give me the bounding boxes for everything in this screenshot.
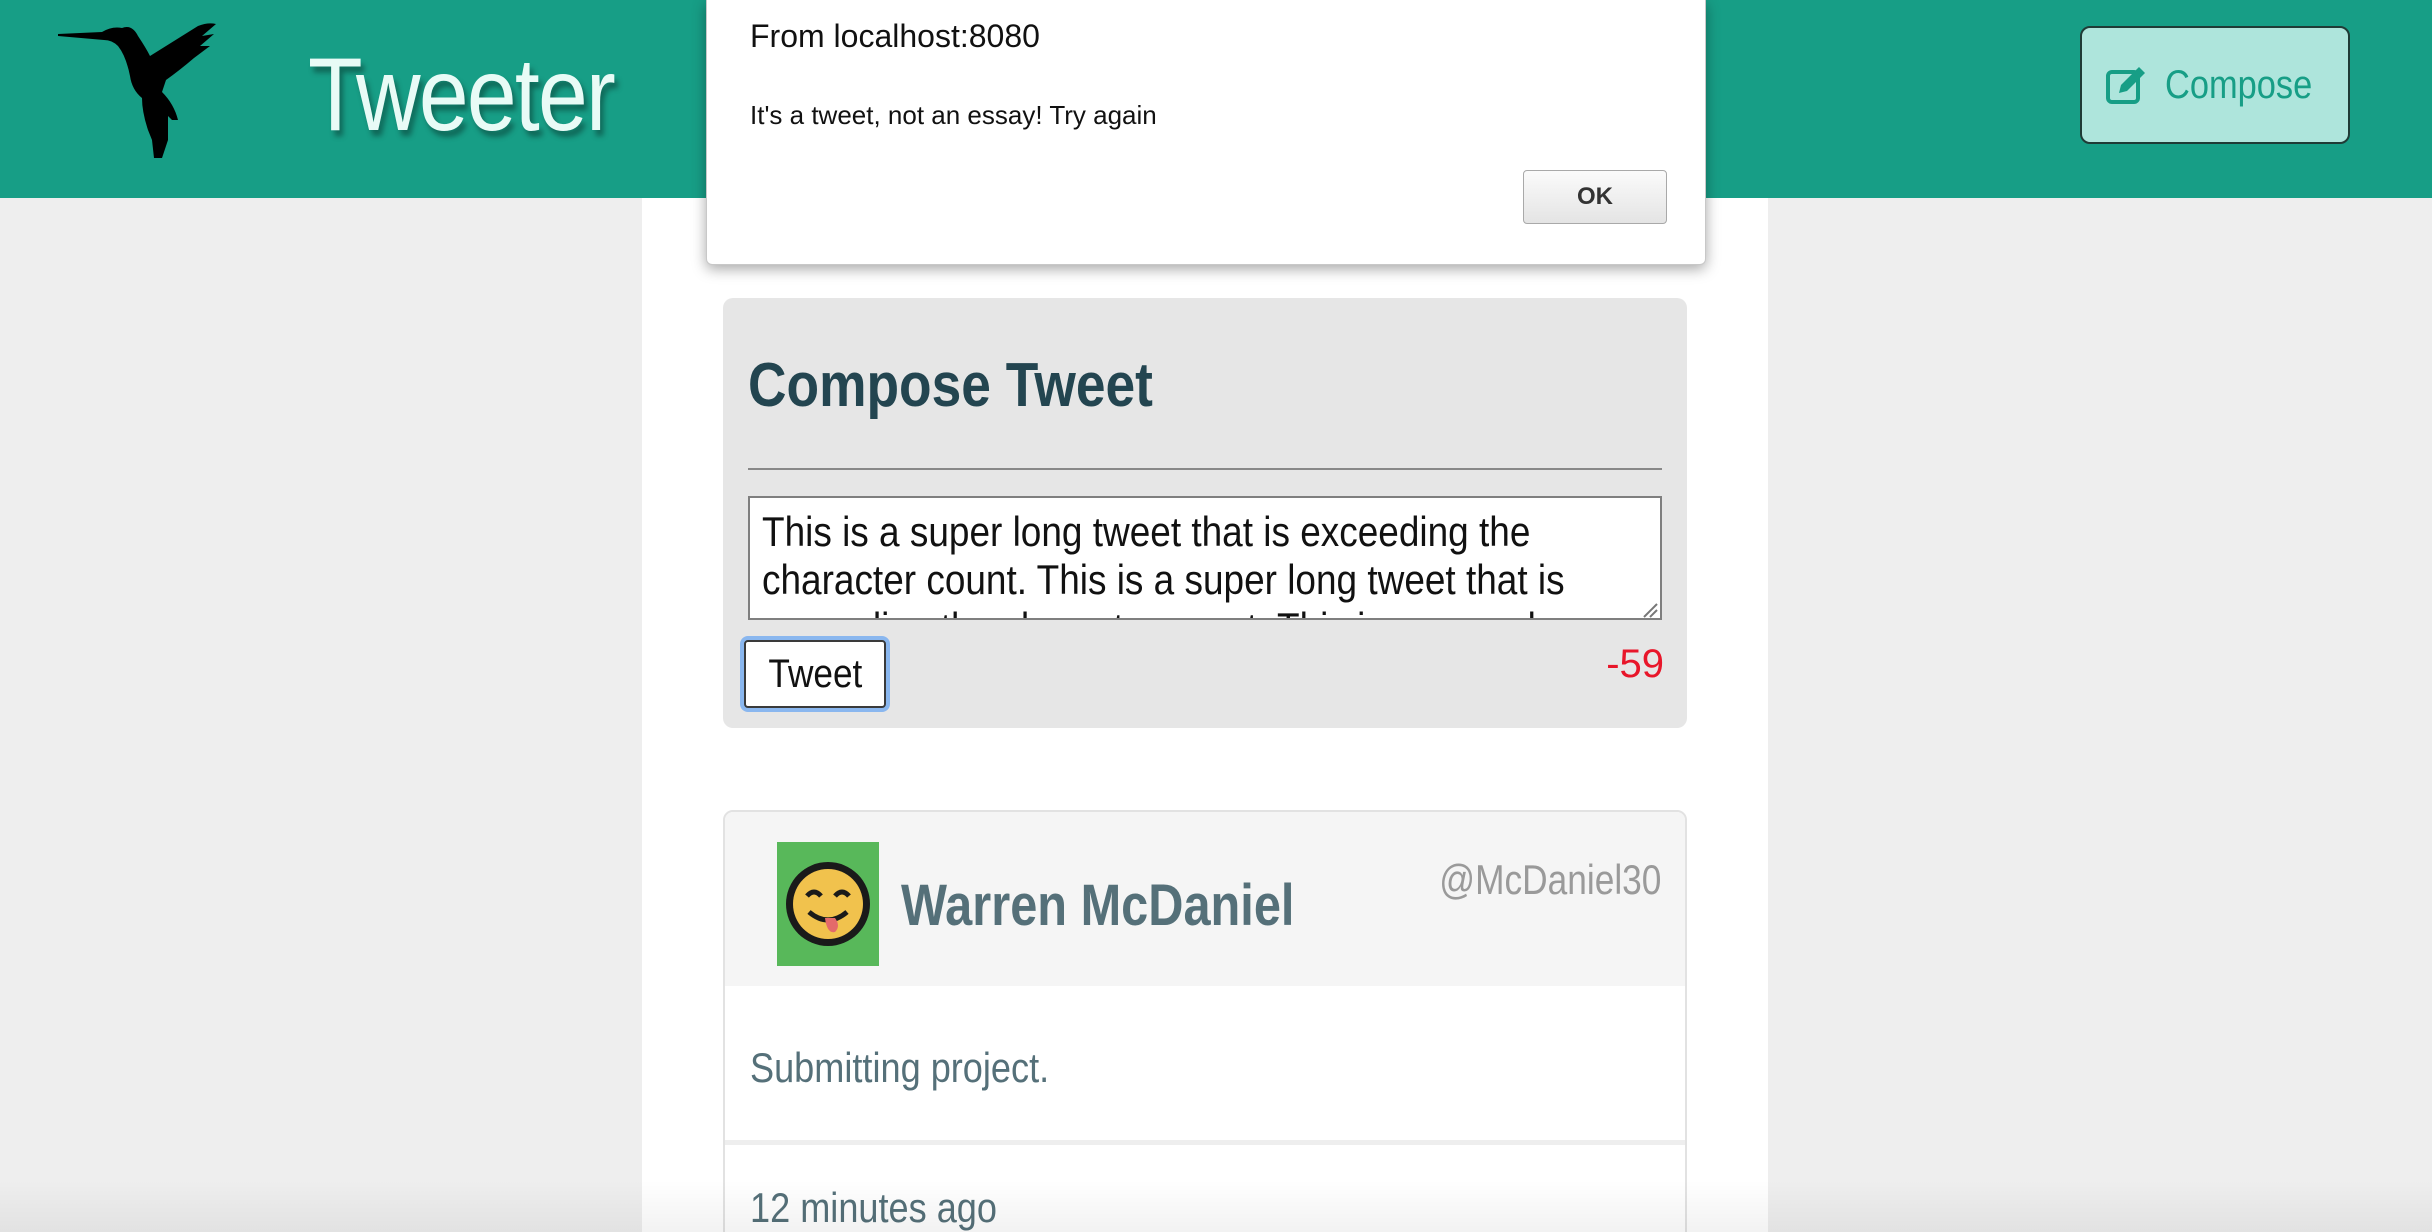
emoji-avatar-icon: [777, 842, 879, 966]
tweet-submit-button[interactable]: Tweet: [744, 640, 886, 708]
alert-origin: From localhost:8080: [750, 18, 1040, 54]
tweet-submit-label: Tweet: [768, 651, 862, 696]
tweet-footer-divider: [725, 1140, 1685, 1145]
tweet-textarea[interactable]: This is a super long tweet that is excee…: [748, 496, 1662, 620]
compose-toggle-button[interactable]: Compose: [2080, 26, 2350, 144]
character-counter: -59: [1606, 642, 1664, 686]
tweet-card: Warren McDaniel @McDaniel30 Submitting p…: [723, 810, 1687, 1232]
hummingbird-icon: [58, 23, 216, 159]
brand-title[interactable]: Tweeter: [308, 40, 616, 150]
compose-divider: [748, 468, 1662, 470]
author-name: Warren McDaniel: [901, 873, 1295, 938]
compose-toggle-label: Compose: [2165, 62, 2313, 107]
tweet-textarea-value: This is a super long tweet that is excee…: [762, 508, 1598, 618]
alert-dialog: From localhost:8080 It's a tweet, not an…: [706, 0, 1706, 265]
edit-icon: [2106, 67, 2146, 104]
author-handle: @McDaniel30: [1438, 856, 1661, 903]
alert-message: It's a tweet, not an essay! Try again: [750, 100, 1157, 130]
tweet-timestamp: 12 minutes ago: [750, 1184, 997, 1231]
tweet-body: Submitting project.: [750, 1044, 1050, 1091]
alert-ok-button[interactable]: OK: [1523, 170, 1667, 224]
compose-title: Compose Tweet: [748, 351, 1153, 420]
tweeter-page: Tweeter Compose Compose Tweet This is a …: [0, 0, 2432, 1232]
resize-grip-icon[interactable]: [1640, 600, 1658, 618]
tweet-header: Warren McDaniel @McDaniel30: [725, 812, 1685, 986]
